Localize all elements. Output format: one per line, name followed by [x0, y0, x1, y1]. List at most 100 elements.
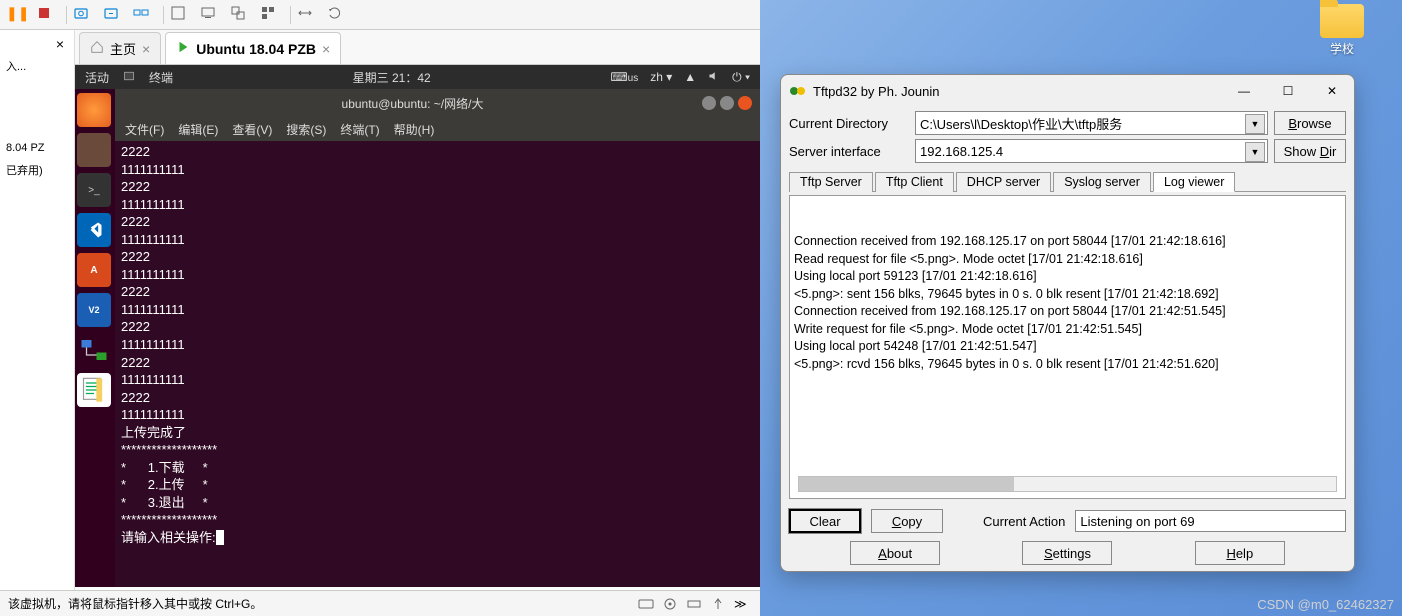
- menu-help[interactable]: 帮助(H): [394, 121, 435, 138]
- menu-terminal[interactable]: 终端(T): [340, 121, 379, 138]
- ubuntu-software-icon[interactable]: A: [77, 253, 111, 287]
- tftp-tab-log-viewer[interactable]: Log viewer: [1153, 172, 1235, 192]
- gnome-terminal-window: ubuntu@ubuntu: ~/网络/大 文件(F) 编辑(E) 查看(V) …: [115, 89, 760, 587]
- lang-indicator[interactable]: zh ▾: [650, 70, 672, 84]
- menu-file[interactable]: 文件(F): [125, 121, 164, 138]
- tab-ubuntu-vm[interactable]: Ubuntu 18.04 PZB ×: [165, 32, 341, 64]
- unity-icon[interactable]: [230, 5, 254, 25]
- log-line: Using local port 59123 [17/01 21:42:18.6…: [794, 268, 1341, 286]
- text-editor-icon[interactable]: [77, 373, 111, 407]
- tftp-tab-bar: Tftp ServerTftp ClientDHCP serverSyslog …: [789, 171, 1346, 192]
- log-line: Write request for file <5.png>. Mode oct…: [794, 321, 1341, 339]
- vm-tab-bar: 主页 × Ubuntu 18.04 PZB ×: [75, 30, 760, 65]
- log-line: Connection received from 192.168.125.17 …: [794, 233, 1341, 251]
- close-icon[interactable]: ×: [142, 41, 150, 57]
- tftpd32-window: Tftpd32 by Ph. Jounin — ☐ ✕ Current Dire…: [780, 74, 1355, 572]
- close-icon[interactable]: [738, 96, 752, 110]
- current-dir-combo[interactable]: C:\Users\l\Desktop\作业\大\tftp服务: [915, 111, 1268, 135]
- settings-button[interactable]: Settings: [1022, 541, 1112, 565]
- view-console-icon[interactable]: [200, 5, 224, 25]
- tab-home[interactable]: 主页 ×: [79, 32, 161, 64]
- keyboard-icon[interactable]: ⌨us: [610, 70, 638, 84]
- terminal-output[interactable]: 2222111111111122221111111111222211111111…: [115, 141, 760, 587]
- showdir-button[interactable]: Show Dir: [1274, 139, 1346, 163]
- firefox-icon[interactable]: [77, 93, 111, 127]
- snapshot-manager-icon[interactable]: [133, 5, 157, 25]
- log-line: <5.png>: rcvd 156 blks, 79645 bytes in 0…: [794, 356, 1341, 374]
- close-icon[interactable]: ✕: [1310, 76, 1354, 106]
- menu-edit[interactable]: 编辑(E): [178, 121, 218, 138]
- window-title: Tftpd32 by Ph. Jounin: [813, 84, 1222, 99]
- fullscreen-icon[interactable]: [170, 5, 194, 25]
- log-line: <5.png>: sent 156 blks, 79645 bytes in 0…: [794, 286, 1341, 304]
- play-icon: [176, 40, 190, 57]
- snapshot-icon[interactable]: [73, 5, 97, 25]
- maximize-icon[interactable]: [720, 96, 734, 110]
- vscode-icon[interactable]: [77, 213, 111, 247]
- browse-button[interactable]: Browse: [1274, 111, 1346, 135]
- tab-label: Ubuntu 18.04 PZB: [196, 41, 316, 57]
- stop-icon[interactable]: [36, 5, 60, 25]
- toolbar-separator: [66, 6, 67, 24]
- network-tool-icon[interactable]: [77, 333, 111, 367]
- copy-button[interactable]: Copy: [871, 509, 943, 533]
- thumbnail-icon[interactable]: [260, 5, 284, 25]
- home-icon: [90, 40, 104, 57]
- tftp-tab-tftp-client[interactable]: Tftp Client: [875, 172, 954, 192]
- device-more-icon[interactable]: ≫: [734, 597, 752, 611]
- volume-icon[interactable]: [708, 70, 720, 85]
- about-button[interactable]: About: [850, 541, 940, 565]
- minimize-icon[interactable]: [702, 96, 716, 110]
- sidebar-vm-item[interactable]: 8.04 PZ: [4, 138, 70, 158]
- vmware-host-pane: ❚❚ × 入... 8.04 PZ 已弃用) 主页 × Ubun: [0, 0, 760, 616]
- csdn-watermark: CSDN @m0_62462327: [1257, 597, 1394, 612]
- window-titlebar[interactable]: Tftpd32 by Ph. Jounin — ☐ ✕: [781, 75, 1354, 107]
- device-disk-icon[interactable]: [638, 597, 656, 611]
- clock-label[interactable]: 星期三 21：42: [353, 69, 431, 86]
- minimize-icon[interactable]: —: [1222, 76, 1266, 106]
- vmware-statusbar: 该虚拟机，请将鼠标指针移入其中或按 Ctrl+G。 ≫: [0, 590, 760, 616]
- tftp-tab-tftp-server[interactable]: Tftp Server: [789, 172, 873, 192]
- tftp-tab-dhcp-server[interactable]: DHCP server: [956, 172, 1051, 192]
- app-menu-icon: [123, 70, 135, 85]
- files-icon[interactable]: [77, 133, 111, 167]
- pause-icon[interactable]: ❚❚: [6, 5, 30, 25]
- activities-button[interactable]: 活动: [85, 69, 109, 86]
- clear-button[interactable]: Clear: [789, 509, 861, 533]
- close-icon[interactable]: ×: [4, 34, 70, 54]
- ubuntu-dock: >_ A V2: [75, 89, 115, 587]
- folder-icon: [1320, 4, 1364, 38]
- power-icon[interactable]: ⏻ ▾: [732, 70, 750, 85]
- window-titlebar[interactable]: ubuntu@ubuntu: ~/网络/大: [115, 89, 760, 117]
- cycle-icon[interactable]: [327, 5, 351, 25]
- maximize-icon[interactable]: ☐: [1266, 76, 1310, 106]
- app-menu-label[interactable]: 终端: [149, 69, 173, 86]
- network-icon[interactable]: ▲: [684, 70, 696, 84]
- tftp-tab-syslog-server[interactable]: Syslog server: [1053, 172, 1151, 192]
- gnome-topbar: 活动 终端 星期三 21：42 ⌨us zh ▾ ▲ ⏻ ▾: [75, 65, 760, 89]
- menu-view[interactable]: 查看(V): [232, 121, 272, 138]
- horizontal-scrollbar[interactable]: [798, 476, 1337, 492]
- device-cd-icon[interactable]: [662, 597, 680, 611]
- toolbar-separator: [163, 6, 164, 24]
- window-title: ubuntu@ubuntu: ~/网络/大: [123, 95, 702, 112]
- sidebar-vm-item[interactable]: 已弃用): [4, 158, 70, 182]
- sidebar-search[interactable]: 入...: [4, 54, 70, 78]
- server-if-combo[interactable]: 192.168.125.4: [915, 139, 1268, 163]
- current-dir-label: Current Directory: [789, 116, 909, 131]
- snapshot-revert-icon[interactable]: [103, 5, 127, 25]
- stretch-icon[interactable]: [297, 5, 321, 25]
- vnc-icon[interactable]: V2: [77, 293, 111, 327]
- desktop-folder-school[interactable]: 学校: [1312, 4, 1372, 57]
- log-line: Using local port 54248 [17/01 21:42:51.5…: [794, 338, 1341, 356]
- close-icon[interactable]: ×: [322, 41, 330, 57]
- menu-search[interactable]: 搜索(S): [286, 121, 326, 138]
- ubuntu-guest-desktop: 活动 终端 星期三 21：42 ⌨us zh ▾ ▲ ⏻ ▾ >: [75, 65, 760, 587]
- help-button[interactable]: Help: [1195, 541, 1285, 565]
- tftpd32-icon: [789, 83, 807, 99]
- device-net-icon[interactable]: [686, 597, 704, 611]
- terminal-icon[interactable]: >_: [77, 173, 111, 207]
- vmware-toolbar: ❚❚: [0, 0, 760, 30]
- device-usb-icon[interactable]: [710, 597, 728, 611]
- log-viewer-panel[interactable]: Connection received from 192.168.125.17 …: [789, 195, 1346, 499]
